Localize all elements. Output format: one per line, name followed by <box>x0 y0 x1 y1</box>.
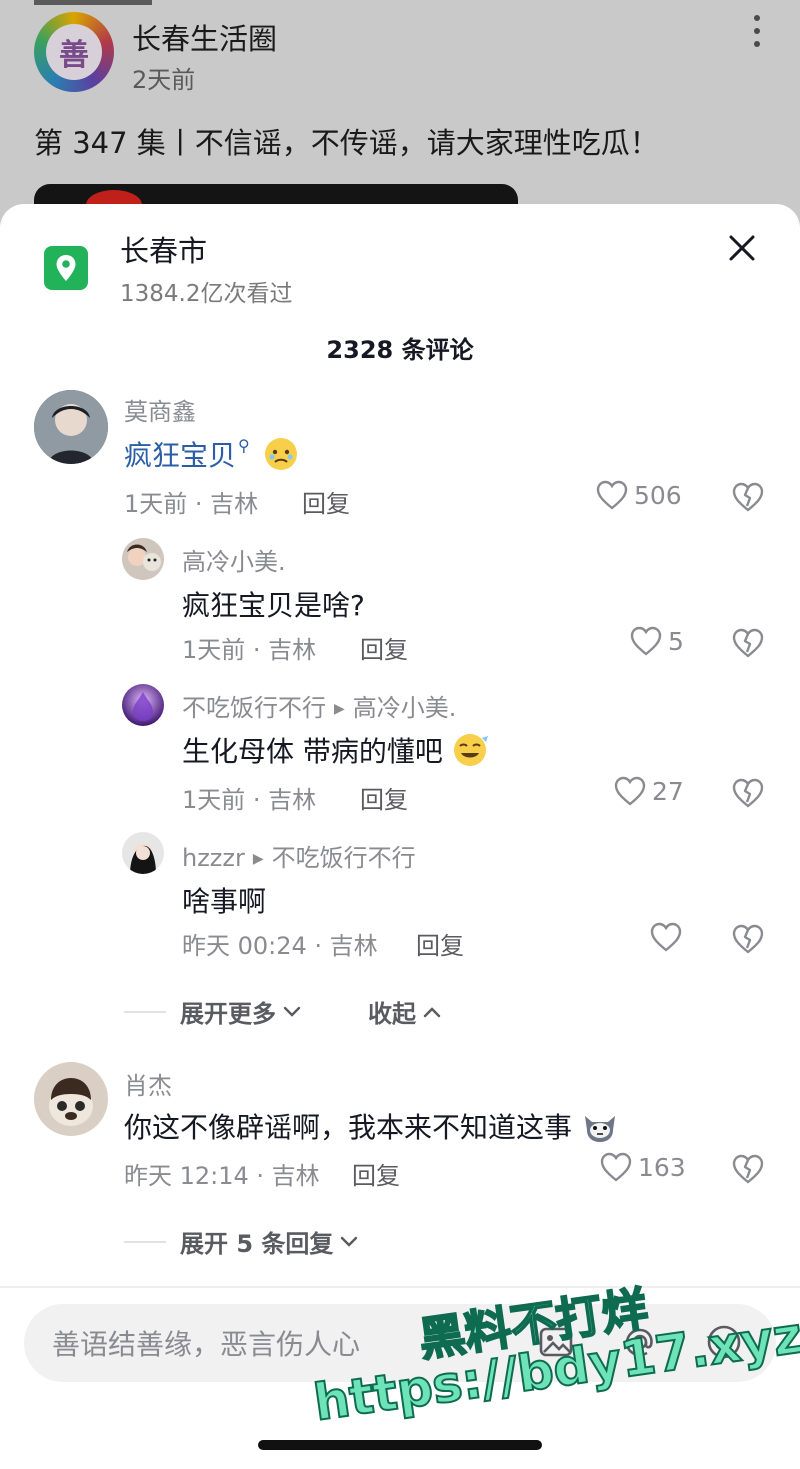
post-caption: 第 347 集丨不信谣，不传谣，请大家理性吃瓜！ <box>34 126 659 160</box>
tab-indicator <box>34 0 152 5</box>
close-icon <box>729 235 755 261</box>
dislike-button[interactable] <box>732 778 764 812</box>
collapse-label: 收起 <box>368 1000 416 1028</box>
heart-icon <box>600 1152 632 1182</box>
comment-text: 你这不像辟谣啊，我本来不知道这事 <box>124 1106 619 1151</box>
like-button[interactable]: 27 <box>614 776 684 806</box>
reply-button[interactable]: 回复 <box>416 926 464 961</box>
more-options-icon[interactable] <box>752 14 762 48</box>
comment-text[interactable]: 疯狂宝贝 ⚲ <box>124 434 299 479</box>
reply-button[interactable]: 回复 <box>360 780 408 815</box>
comment-text: 疯狂宝贝是啥? <box>182 589 365 622</box>
grinning-face-emoji-icon <box>452 732 492 775</box>
like-button[interactable]: 5 <box>630 626 684 656</box>
expand-more-button[interactable]: 展开更多 <box>180 994 302 1029</box>
dislike-button[interactable] <box>732 482 764 516</box>
comment-time-location: 1天前 · 吉林 <box>182 786 317 814</box>
reply-target[interactable]: 不吃饭行不行 <box>272 844 416 872</box>
comment-text: 啥事啊 <box>182 885 267 918</box>
dislike-button[interactable] <box>732 924 764 958</box>
search-icon: ⚲ <box>238 436 250 455</box>
broken-heart-icon <box>732 924 764 954</box>
dislike-button[interactable] <box>732 1154 764 1188</box>
comments-sheet: 长春市 1384.2亿次看过 2328 条评论 莫商鑫 疯狂宝贝 ⚲ 1天前 · … <box>0 204 800 1469</box>
comment-username[interactable]: 莫商鑫 <box>124 392 196 427</box>
comment-time-location: 1天前 · 吉林 <box>182 636 317 664</box>
heart-icon <box>630 626 662 656</box>
reply-button[interactable]: 回复 <box>352 1156 400 1191</box>
avatar[interactable] <box>34 390 108 464</box>
chevron-up-icon <box>423 1006 441 1017</box>
broken-heart-icon <box>732 778 764 808</box>
post-time: 2天前 <box>132 66 196 94</box>
author-name[interactable]: 长春生活圈 <box>132 16 277 58</box>
search-link-text[interactable]: 疯狂宝贝 <box>124 439 236 472</box>
like-count: 163 <box>638 1152 686 1182</box>
divider-line <box>124 1240 166 1243</box>
broken-heart-icon <box>732 1154 764 1184</box>
cat-face-emoji-icon <box>581 1108 619 1151</box>
broken-heart-icon <box>732 482 764 512</box>
comment-text: 生化母体 带病的懂吧 <box>182 730 492 775</box>
reply-arrow-icon: ▶ <box>334 701 345 717</box>
like-button[interactable]: 506 <box>596 480 682 510</box>
reply-author[interactable]: 不吃饭行不行 <box>182 694 326 722</box>
chevron-down-icon <box>341 1236 358 1247</box>
author-avatar-logo: 善 <box>46 24 102 80</box>
reply-target[interactable]: 高冷小美. <box>353 694 457 722</box>
reply-button[interactable]: 回复 <box>302 484 350 519</box>
like-button[interactable] <box>650 922 688 952</box>
avatar[interactable] <box>122 538 164 580</box>
expand-replies-button[interactable]: 展开 5 条回复 <box>180 1224 359 1259</box>
comment-time-location: 昨天 12:14 · 吉林 <box>124 1162 320 1190</box>
dislike-button[interactable] <box>732 628 764 662</box>
home-indicator[interactable] <box>258 1440 542 1450</box>
location-views: 1384.2亿次看过 <box>120 281 293 307</box>
heart-icon <box>614 776 646 806</box>
location-pin-icon[interactable] <box>44 246 88 290</box>
reply-arrow-icon: ▶ <box>252 851 264 867</box>
chevron-down-icon <box>283 1006 301 1017</box>
avatar[interactable] <box>122 684 164 726</box>
close-button[interactable] <box>722 228 762 268</box>
comment-username[interactable]: 不吃饭行不行 ▶ 高冷小美. <box>182 688 456 723</box>
reply-button[interactable]: 回复 <box>360 630 408 665</box>
avatar[interactable] <box>122 832 164 874</box>
comment-username[interactable]: 肖杰 <box>124 1066 172 1101</box>
like-button[interactable]: 163 <box>600 1152 686 1182</box>
comment-text-body: 你这不像辟谣啊，我本来不知道这事 <box>124 1111 573 1144</box>
broken-heart-icon <box>732 628 764 658</box>
heart-icon <box>650 922 682 952</box>
reply-author[interactable]: hzzzr <box>182 844 245 872</box>
expand-more-label: 展开更多 <box>180 1000 276 1028</box>
author-avatar[interactable]: 善 <box>34 12 114 92</box>
location-title[interactable]: 长春市 <box>120 228 207 270</box>
comment-time-location: 1天前 · 吉林 <box>124 490 259 518</box>
like-count: 506 <box>634 480 682 510</box>
input-divider <box>0 1286 800 1288</box>
crying-face-emoji-icon <box>263 436 299 479</box>
like-count: 5 <box>668 626 684 656</box>
collapse-button[interactable]: 收起 <box>368 994 442 1029</box>
comment-username[interactable]: hzzzr ▶ 不吃饭行不行 <box>182 838 416 873</box>
avatar[interactable] <box>34 1062 108 1136</box>
divider-line <box>124 1010 166 1013</box>
expand-replies-label: 展开 5 条回复 <box>180 1230 334 1258</box>
like-count: 27 <box>652 776 684 806</box>
expand-replies-row: 展开 5 条回复 <box>124 1224 359 1259</box>
expand-collapse-row: 展开更多 收起 <box>124 994 442 1029</box>
comment-username[interactable]: 高冷小美. <box>182 542 286 577</box>
comments-count-title: 2328 条评论 <box>326 336 474 364</box>
comment-text-body: 生化母体 带病的懂吧 <box>182 735 443 768</box>
heart-icon <box>596 480 628 510</box>
comment-time-location: 昨天 00:24 · 吉林 <box>182 932 378 960</box>
